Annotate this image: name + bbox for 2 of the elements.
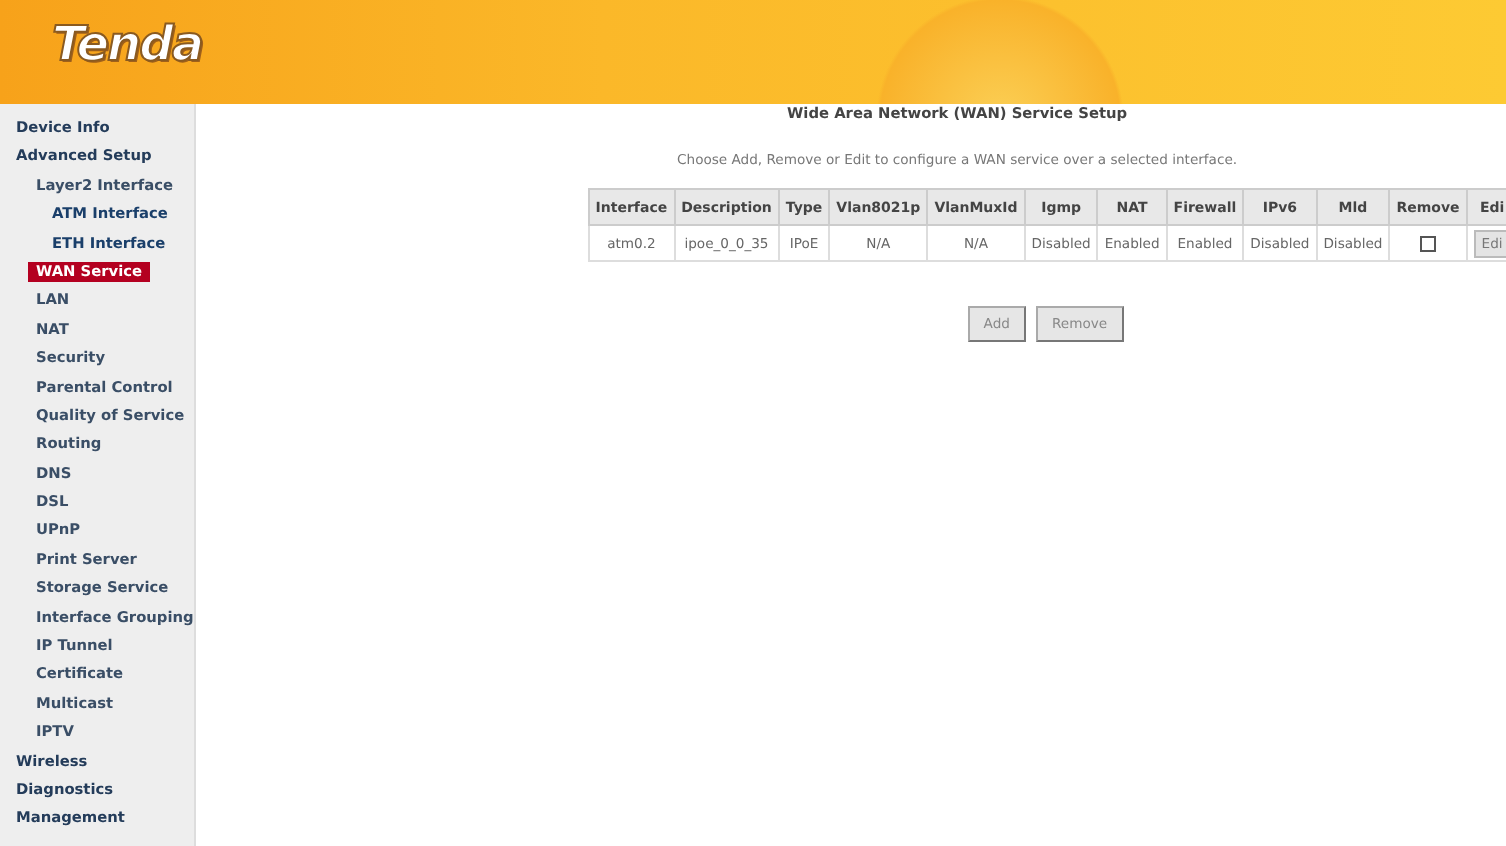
brand-logo: Tenda: [52, 16, 203, 72]
remove-checkbox[interactable]: [1420, 235, 1437, 252]
